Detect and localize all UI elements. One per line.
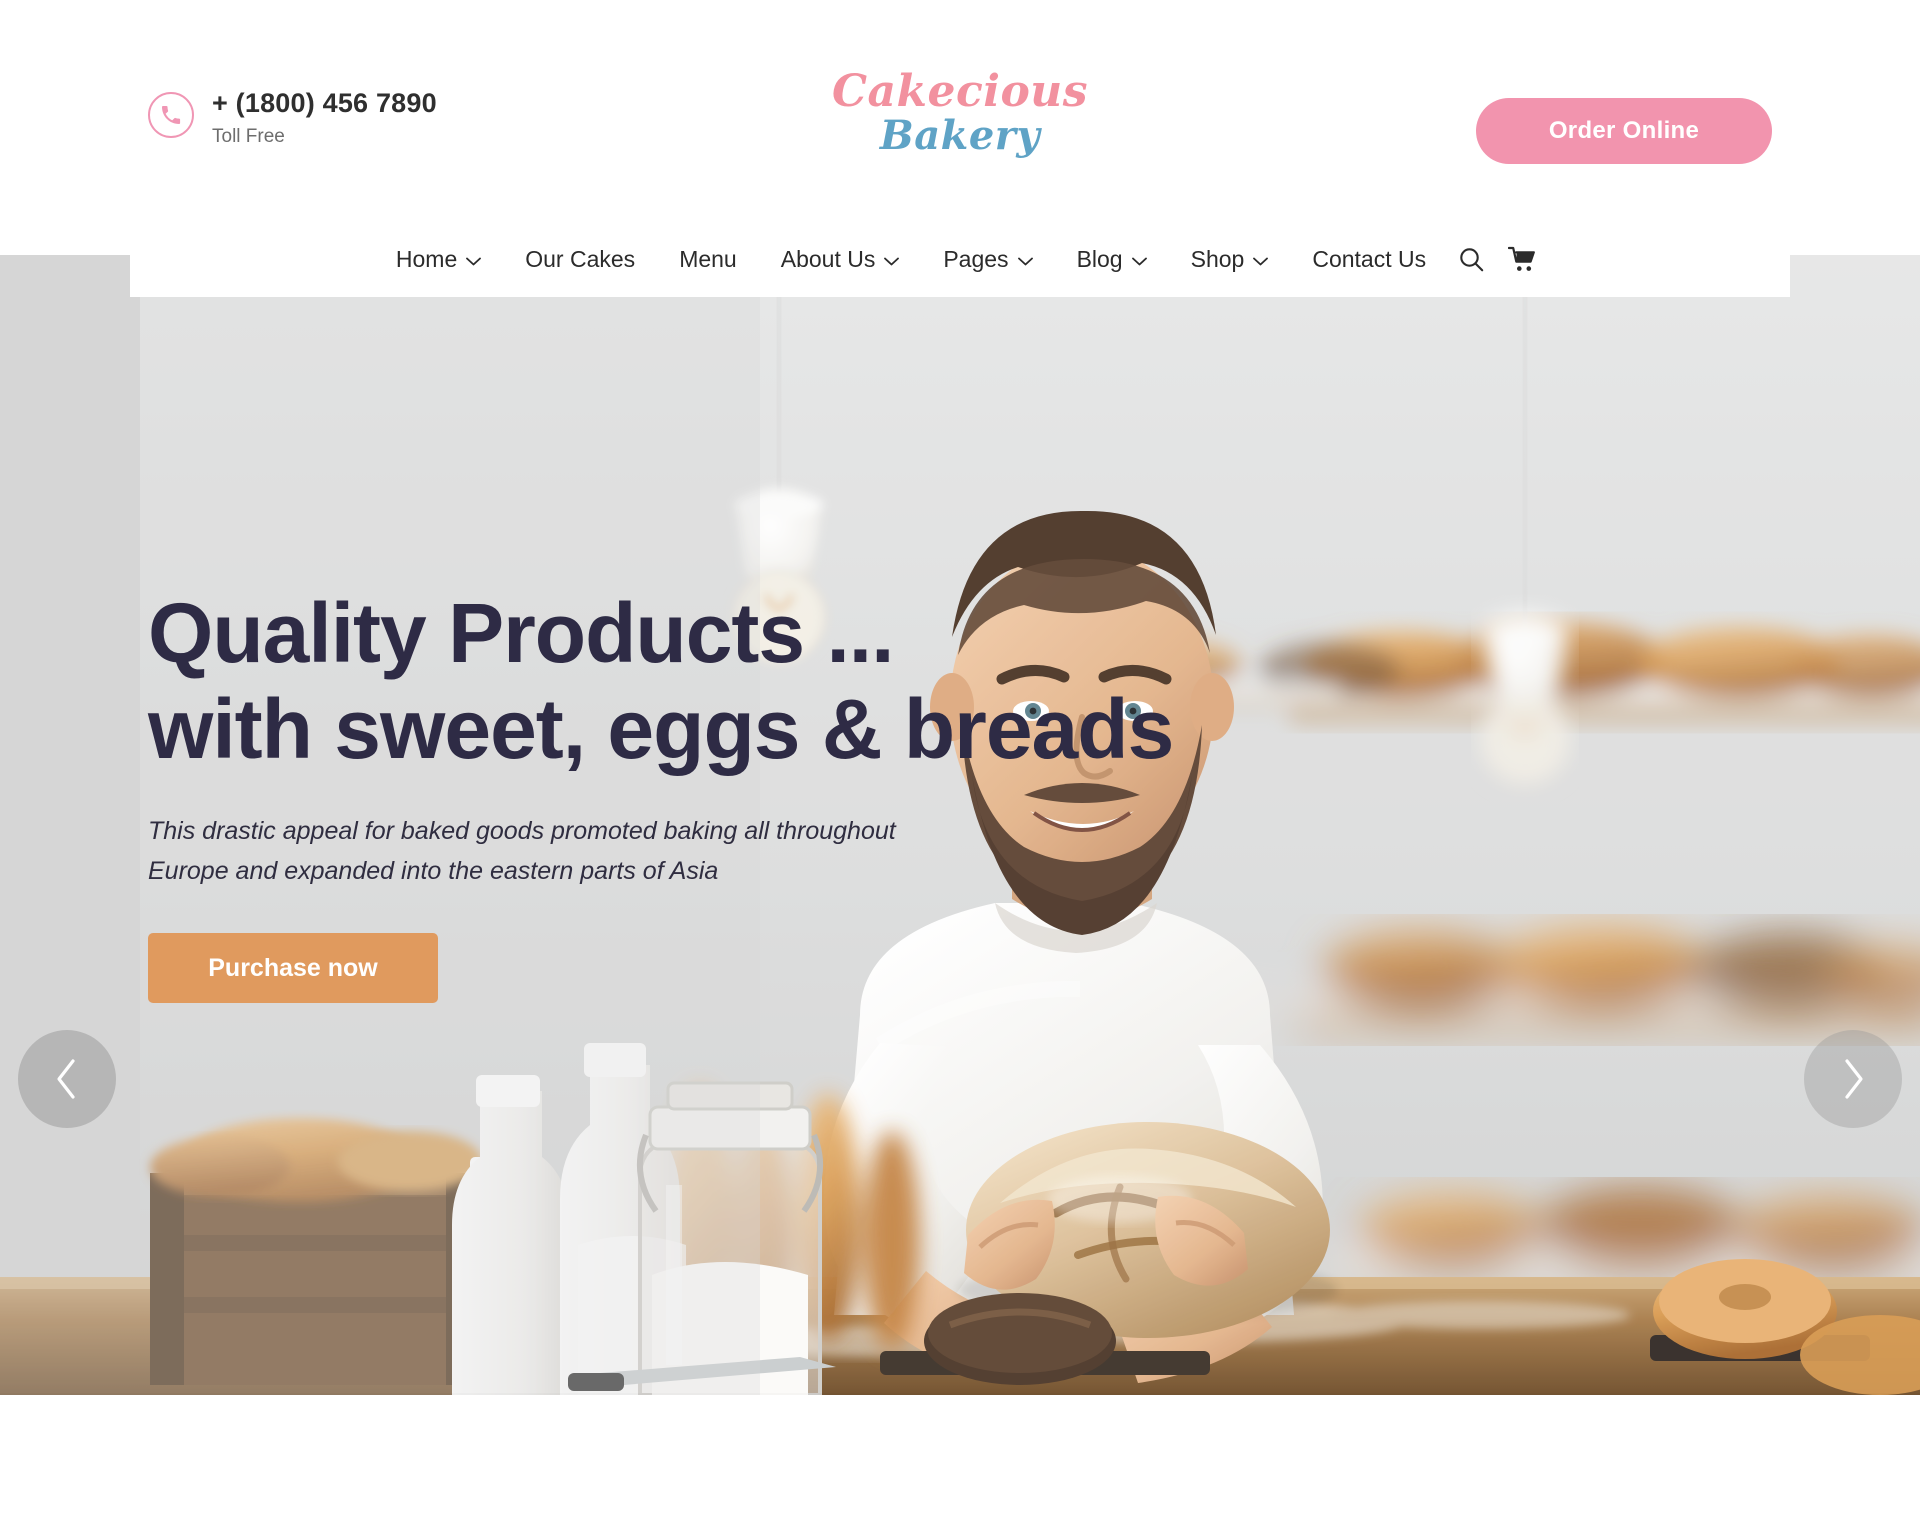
nav-label: Menu bbox=[679, 246, 737, 272]
nav-item-menu[interactable]: Menu bbox=[657, 240, 759, 280]
nav-item-home[interactable]: Home bbox=[374, 240, 503, 280]
nav-label: About Us bbox=[780, 246, 876, 272]
nav-items: Home Our Cakes Menu About Us Pages Blog … bbox=[374, 240, 1546, 280]
chevron-down-icon bbox=[1253, 257, 1269, 266]
phone-label: Toll Free bbox=[212, 126, 285, 147]
carousel-prev-button[interactable] bbox=[18, 1030, 116, 1128]
hero-heading-line-2: with sweet, eggs & breads bbox=[148, 682, 1174, 776]
chevron-right-icon bbox=[1840, 1058, 1866, 1100]
nav-item-about-us[interactable]: About Us bbox=[759, 240, 922, 280]
chevron-down-icon bbox=[884, 257, 900, 266]
hero-copy: Quality Products ... with sweet, eggs & … bbox=[148, 585, 1248, 1003]
order-online-button[interactable]: Order Online bbox=[1476, 98, 1772, 164]
hero-subtitle-line-2: Europe and expanded into the eastern par… bbox=[148, 857, 719, 885]
chevron-down-icon bbox=[1017, 257, 1033, 266]
purchase-now-button[interactable]: Purchase now bbox=[148, 933, 438, 1003]
nav-item-shop[interactable]: Shop bbox=[1169, 240, 1291, 280]
nav-label: Blog bbox=[1076, 246, 1123, 272]
chevron-left-icon bbox=[54, 1058, 80, 1100]
chevron-down-icon bbox=[1131, 257, 1147, 266]
hero-subtitle: This drastic appeal for baked goods prom… bbox=[148, 811, 1028, 891]
nav-item-contact-us[interactable]: Contact Us bbox=[1290, 240, 1448, 280]
phone-number: + (1800) 456 7890 bbox=[212, 88, 437, 118]
hero-bottom-edge bbox=[0, 1393, 1920, 1395]
phone-block[interactable]: + (1800) 456 7890 Toll Free bbox=[148, 86, 437, 152]
carousel-next-button[interactable] bbox=[1804, 1030, 1902, 1128]
main-navigation: Home Our Cakes Menu About Us Pages Blog … bbox=[130, 222, 1790, 297]
site-header: + (1800) 456 7890 Toll Free Cakecious Ba… bbox=[0, 0, 1920, 255]
nav-label: Home bbox=[395, 246, 458, 272]
cart-icon[interactable] bbox=[1500, 240, 1546, 280]
hero-slider: Quality Products ... with sweet, eggs & … bbox=[0, 255, 1920, 1395]
nav-label: Contact Us bbox=[1312, 246, 1427, 272]
chevron-down-icon bbox=[466, 257, 482, 266]
nav-label: Shop bbox=[1190, 246, 1245, 272]
search-icon[interactable] bbox=[1448, 240, 1494, 280]
nav-item-our-cakes[interactable]: Our Cakes bbox=[503, 240, 657, 280]
nav-item-pages[interactable]: Pages bbox=[921, 240, 1054, 280]
page-root: + (1800) 456 7890 Toll Free Cakecious Ba… bbox=[0, 0, 1920, 1536]
nav-label: Our Cakes bbox=[525, 246, 636, 272]
nav-item-blog[interactable]: Blog bbox=[1055, 240, 1169, 280]
hero-heading-line-1: Quality Products ... bbox=[148, 586, 894, 680]
hero-subtitle-line-1: This drastic appeal for baked goods prom… bbox=[148, 817, 896, 845]
nav-label: Pages bbox=[943, 246, 1009, 272]
phone-icon bbox=[148, 92, 194, 138]
